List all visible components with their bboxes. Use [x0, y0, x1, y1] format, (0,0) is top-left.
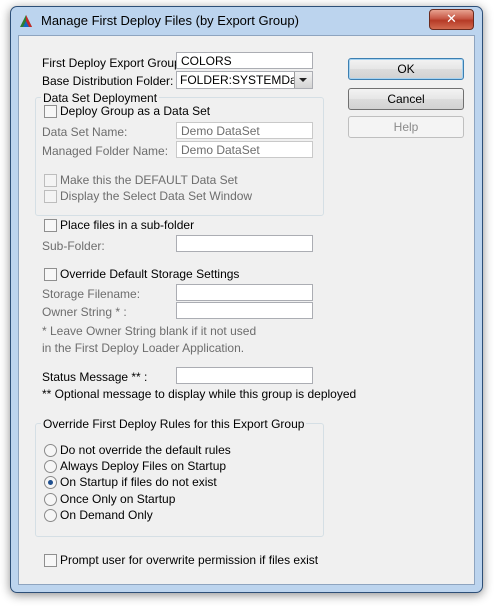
radio-on-demand-label[interactable]: On Demand Only — [60, 508, 153, 522]
select-window-checkbox[interactable] — [44, 190, 57, 203]
rules-group-title: Override First Deploy Rules for this Exp… — [41, 417, 307, 431]
chevron-down-icon[interactable] — [294, 72, 312, 88]
close-button[interactable]: ✕ — [429, 9, 474, 30]
subfolder-label: Sub-Folder: — [42, 239, 105, 253]
base-folder-select[interactable]: FOLDER:SYSTEMData — [176, 71, 313, 89]
radio-on-demand[interactable] — [44, 509, 57, 522]
default-dataset-checkbox[interactable] — [44, 174, 57, 187]
radio-once-only[interactable] — [44, 493, 57, 506]
export-group-label: First Deploy Export Group: — [42, 56, 185, 70]
radio-startup-if-missing-label[interactable]: On Startup if files do not exist — [60, 475, 217, 489]
radio-always-deploy[interactable] — [44, 460, 57, 473]
subfolder-field[interactable] — [176, 235, 313, 252]
base-folder-value: FOLDER:SYSTEMData — [180, 73, 307, 87]
override-storage-checkbox[interactable] — [44, 268, 57, 281]
radio-startup-if-missing[interactable] — [44, 476, 57, 489]
title-bar[interactable]: Manage First Deploy Files (by Export Gro… — [11, 7, 482, 34]
dialog-window: Manage First Deploy Files (by Export Gro… — [10, 6, 483, 593]
select-window-label: Display the Select Data Set Window — [60, 189, 253, 203]
radio-no-override-label[interactable]: Do not override the default rules — [60, 443, 231, 457]
window-title: Manage First Deploy Files (by Export Gro… — [41, 13, 299, 28]
radio-no-override[interactable] — [44, 444, 57, 457]
ok-button[interactable]: OK — [348, 58, 464, 80]
base-folder-label: Base Distribution Folder: — [42, 74, 174, 88]
deploy-as-dataset-checkbox[interactable] — [44, 105, 57, 118]
help-button[interactable]: Help — [348, 116, 464, 138]
status-message-field[interactable] — [176, 367, 313, 384]
prompt-overwrite-label[interactable]: Prompt user for overwrite permission if … — [60, 553, 318, 567]
dialog-client-area: First Deploy Export Group: COLORS Base D… — [18, 35, 475, 585]
dataset-group-title: Data Set Deployment — [41, 91, 160, 105]
radio-once-only-label[interactable]: Once Only on Startup — [60, 492, 175, 506]
place-subfolder-label[interactable]: Place files in a sub-folder — [60, 218, 194, 232]
owner-note-line2: in the First Deploy Loader Application. — [42, 341, 245, 355]
override-storage-label[interactable]: Override Default Storage Settings — [60, 267, 239, 281]
dataset-name-label: Data Set Name: — [42, 125, 128, 139]
app-triangle-icon — [20, 15, 32, 27]
cancel-button[interactable]: Cancel — [348, 88, 464, 110]
owner-string-label: Owner String * : — [42, 305, 127, 319]
status-message-label: Status Message ** : — [42, 370, 148, 384]
export-group-field[interactable]: COLORS — [176, 52, 313, 69]
storage-filename-label: Storage Filename: — [42, 287, 141, 301]
owner-note-line1: * Leave Owner String blank if it not use… — [42, 324, 257, 338]
place-subfolder-checkbox[interactable] — [44, 219, 57, 232]
radio-always-deploy-label[interactable]: Always Deploy Files on Startup — [60, 459, 226, 473]
default-dataset-label: Make this the DEFAULT Data Set — [60, 173, 238, 187]
dataset-name-field[interactable]: Demo DataSet — [176, 122, 313, 139]
owner-string-field[interactable] — [176, 302, 313, 319]
managed-folder-label: Managed Folder Name: — [42, 144, 169, 158]
prompt-overwrite-checkbox[interactable] — [44, 554, 57, 567]
storage-filename-field[interactable] — [176, 284, 313, 301]
status-note: ** Optional message to display while thi… — [42, 387, 357, 401]
deploy-as-dataset-label[interactable]: Deploy Group as a Data Set — [60, 104, 210, 118]
managed-folder-field[interactable]: Demo DataSet — [176, 141, 313, 158]
